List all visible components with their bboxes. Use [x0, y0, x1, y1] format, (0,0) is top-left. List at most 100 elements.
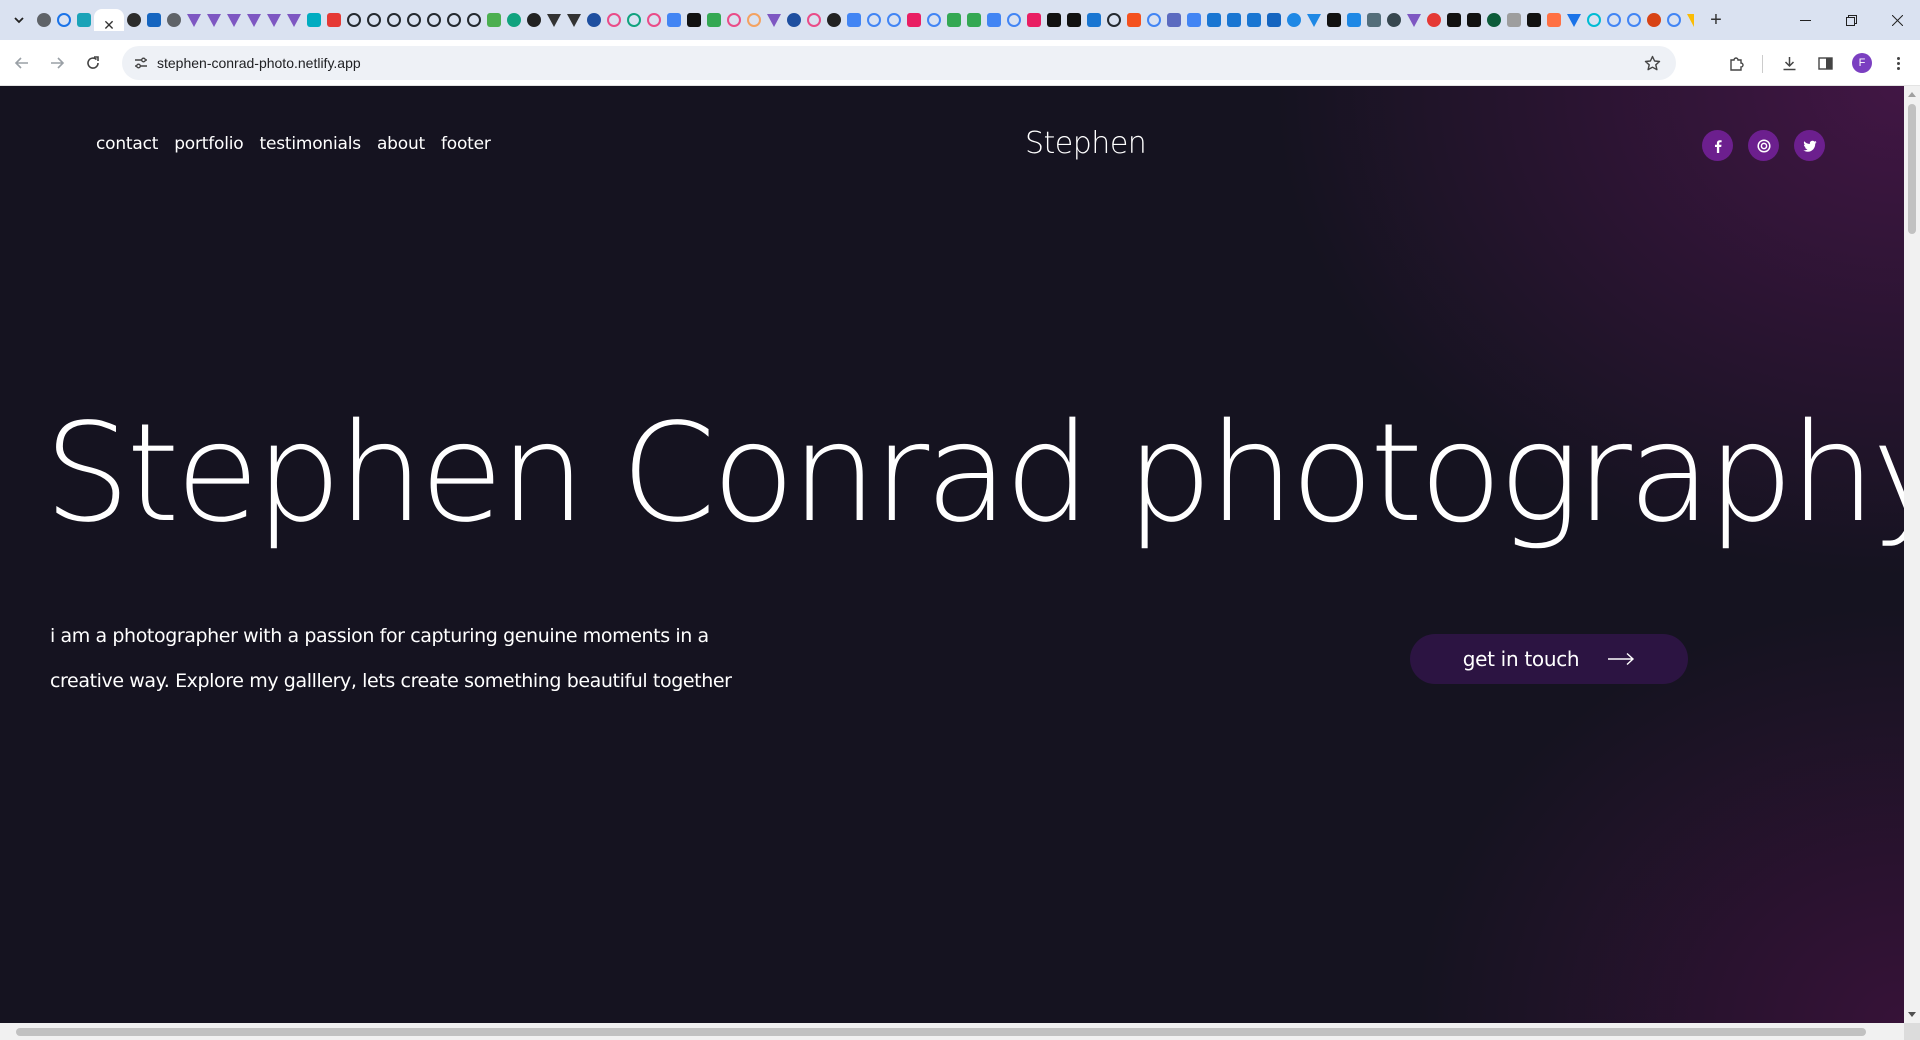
tab[interactable] — [784, 10, 804, 30]
url-text[interactable]: stephen-conrad-photo.netlify.app — [157, 55, 361, 71]
tab[interactable] — [724, 10, 744, 30]
tab[interactable] — [984, 10, 1004, 30]
active-tab-close-button[interactable]: ✕ — [94, 9, 124, 31]
tab[interactable] — [284, 10, 304, 30]
tab[interactable] — [664, 10, 684, 30]
tab[interactable] — [34, 10, 54, 30]
tab[interactable] — [1444, 10, 1464, 30]
tab[interactable] — [444, 10, 464, 30]
tab[interactable] — [1484, 10, 1504, 30]
horizontal-scrollbar[interactable] — [0, 1023, 1904, 1040]
tab[interactable] — [1384, 10, 1404, 30]
close-window-button[interactable] — [1874, 0, 1920, 40]
dribbble-link[interactable] — [1748, 130, 1779, 161]
tab[interactable] — [344, 10, 364, 30]
tab[interactable] — [364, 10, 384, 30]
side-panel-button[interactable] — [1811, 49, 1839, 77]
tab[interactable] — [1464, 10, 1484, 30]
tab[interactable] — [1304, 10, 1324, 30]
nav-link-about[interactable]: about — [377, 134, 425, 154]
downloads-button[interactable] — [1775, 49, 1803, 77]
tab[interactable] — [1064, 10, 1084, 30]
tab[interactable] — [1224, 10, 1244, 30]
facebook-link[interactable] — [1702, 130, 1733, 161]
nav-link-footer[interactable]: footer — [441, 134, 491, 154]
tab[interactable] — [924, 10, 944, 30]
back-button[interactable] — [8, 49, 36, 77]
tab[interactable] — [824, 10, 844, 30]
tab[interactable] — [74, 10, 94, 30]
tab[interactable] — [1404, 10, 1424, 30]
tab[interactable] — [1004, 10, 1024, 30]
tab[interactable] — [1184, 10, 1204, 30]
tab[interactable] — [804, 10, 824, 30]
tab[interactable] — [54, 10, 74, 30]
tab[interactable] — [524, 10, 544, 30]
tab[interactable] — [1264, 10, 1284, 30]
site-info-icon[interactable] — [132, 54, 150, 72]
tab[interactable] — [1084, 10, 1104, 30]
tab[interactable] — [944, 10, 964, 30]
profile-avatar[interactable]: F — [1852, 53, 1872, 73]
tab[interactable] — [584, 10, 604, 30]
tab[interactable] — [564, 10, 584, 30]
tab[interactable] — [244, 10, 264, 30]
nav-link-contact[interactable]: contact — [96, 134, 158, 154]
site-logo[interactable]: Stephen — [1025, 126, 1147, 161]
tab[interactable] — [304, 10, 324, 30]
tab[interactable] — [1244, 10, 1264, 30]
vertical-scroll-thumb[interactable] — [1908, 104, 1916, 234]
tab[interactable] — [1584, 10, 1604, 30]
tab[interactable] — [704, 10, 724, 30]
nav-link-testimonials[interactable]: testimonials — [260, 134, 362, 154]
tab[interactable] — [464, 10, 484, 30]
tab[interactable] — [1524, 10, 1544, 30]
tab[interactable] — [324, 10, 344, 30]
address-bar[interactable]: stephen-conrad-photo.netlify.app — [122, 46, 1676, 80]
tab[interactable] — [1024, 10, 1044, 30]
reload-button[interactable] — [79, 49, 107, 77]
twitter-link[interactable] — [1794, 130, 1825, 161]
tab[interactable] — [1624, 10, 1644, 30]
minimize-button[interactable] — [1782, 0, 1828, 40]
scroll-down-arrow-icon[interactable] — [1908, 1012, 1916, 1017]
tab[interactable] — [884, 10, 904, 30]
bookmark-star-icon[interactable] — [1642, 53, 1662, 73]
tab[interactable] — [844, 10, 864, 30]
tab[interactable] — [1044, 10, 1064, 30]
tab[interactable] — [1204, 10, 1224, 30]
vertical-scrollbar[interactable] — [1904, 86, 1920, 1023]
get-in-touch-button[interactable]: get in touch — [1410, 634, 1688, 684]
tab[interactable] — [624, 10, 644, 30]
tab[interactable] — [1324, 10, 1344, 30]
extensions-button[interactable] — [1722, 49, 1750, 77]
horizontal-scroll-thumb[interactable] — [16, 1028, 1866, 1036]
tab[interactable] — [644, 10, 664, 30]
tab[interactable] — [264, 10, 284, 30]
tab[interactable] — [204, 10, 224, 30]
browser-menu-button[interactable] — [1884, 49, 1912, 77]
tab[interactable] — [904, 10, 924, 30]
tab[interactable] — [1164, 10, 1184, 30]
tab[interactable] — [764, 10, 784, 30]
tab[interactable] — [1544, 10, 1564, 30]
tab[interactable] — [1684, 10, 1694, 30]
tab[interactable] — [964, 10, 984, 30]
tab[interactable] — [1504, 10, 1524, 30]
tab[interactable] — [1604, 10, 1624, 30]
tab[interactable] — [184, 10, 204, 30]
tab[interactable] — [1284, 10, 1304, 30]
tab[interactable] — [124, 10, 144, 30]
tab[interactable] — [1664, 10, 1684, 30]
tab[interactable] — [1344, 10, 1364, 30]
tab[interactable] — [604, 10, 624, 30]
tab[interactable] — [1644, 10, 1664, 30]
tab[interactable] — [424, 10, 444, 30]
nav-link-portfolio[interactable]: portfolio — [174, 134, 243, 154]
tab[interactable] — [864, 10, 884, 30]
restore-button[interactable] — [1828, 0, 1874, 40]
tab[interactable] — [224, 10, 244, 30]
tab[interactable] — [1424, 10, 1444, 30]
tab-search-button[interactable] — [8, 10, 30, 30]
forward-button[interactable] — [43, 49, 71, 77]
